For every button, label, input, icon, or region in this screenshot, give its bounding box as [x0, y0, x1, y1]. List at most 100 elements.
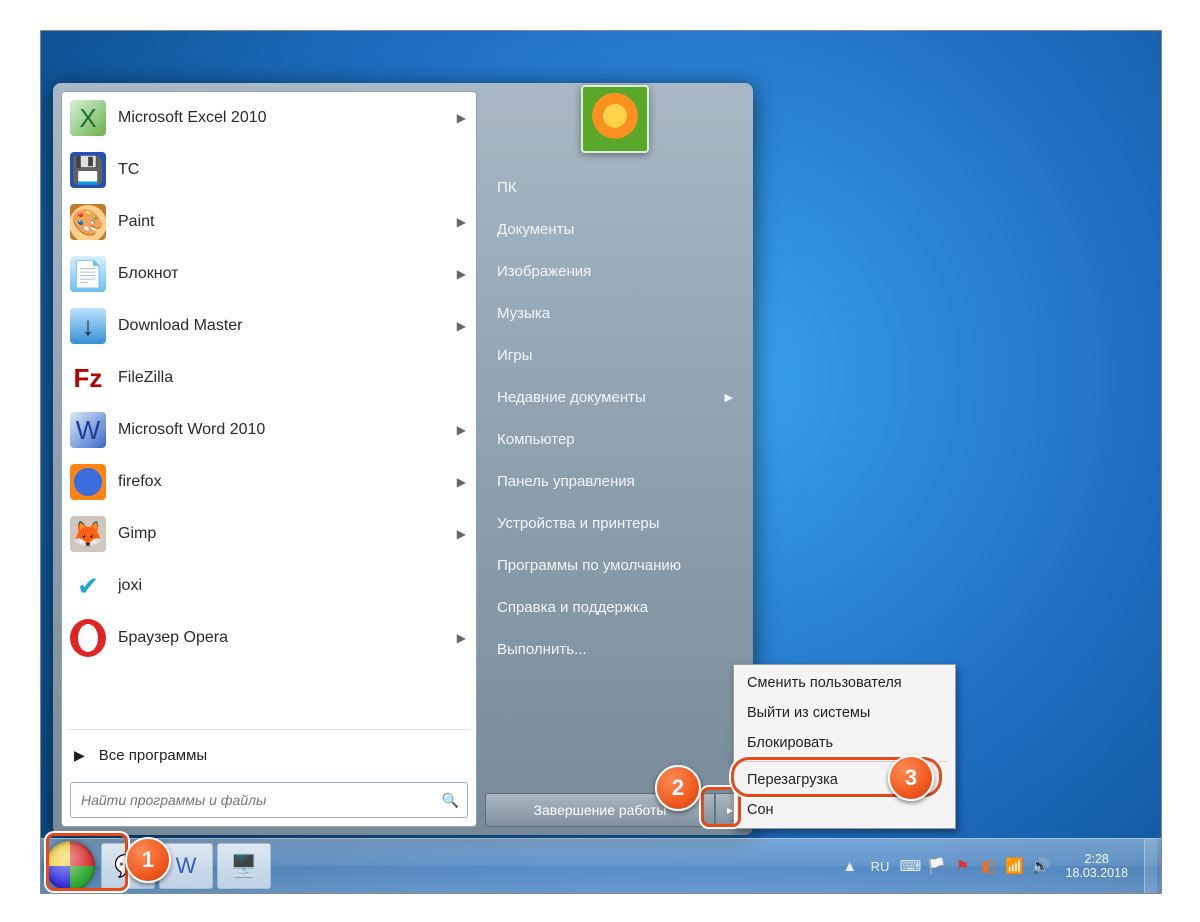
program-item[interactable]: 🦊 Gimp ▶ [62, 508, 476, 560]
note-icon: 📄 [70, 256, 106, 292]
volume-icon[interactable]: 🔊 [1031, 857, 1049, 875]
gimp-icon: 🦊 [70, 516, 106, 552]
system-link[interactable]: Компьютер [485, 419, 745, 459]
program-label: FileZilla [118, 369, 466, 387]
program-item[interactable]: X Microsoft Excel 2010 ▶ [62, 92, 476, 144]
program-label: Браузер Opera [118, 629, 445, 647]
all-programs-label: Все программы [99, 747, 207, 764]
start-menu: X Microsoft Excel 2010 ▶ 💾TC 🎨 Paint ▶ 📄 Блокнот… [53, 83, 753, 835]
paint-icon: 🎨 [70, 204, 106, 240]
program-label: Microsoft Excel 2010 [118, 109, 445, 127]
system-link[interactable]: Выполнить... [485, 629, 745, 669]
program-item[interactable]: Браузер Opera ▶ [62, 612, 476, 664]
start-button[interactable] [45, 841, 95, 891]
security-icon[interactable]: ⚑ [953, 857, 971, 875]
clock[interactable]: 2:28 18.03.2018 [1057, 852, 1136, 881]
callout-badge-1: 1 [125, 837, 171, 883]
word-icon: W [70, 412, 106, 448]
chevron-right-icon: ▶ [457, 475, 466, 489]
system-link[interactable]: Недавние документы ▶ [485, 377, 745, 417]
shutdown-option[interactable]: Блокировать [737, 728, 952, 758]
search-input[interactable] [79, 791, 442, 809]
user-avatar-wrap [485, 91, 745, 163]
program-item[interactable]: ↓Download Master▶ [62, 300, 476, 352]
dm-icon: ↓ [70, 308, 106, 344]
system-link-label: Недавние документы [497, 389, 646, 406]
program-item[interactable]: 📄Блокнот▶ [62, 248, 476, 300]
chevron-right-icon: ▶ [457, 423, 466, 437]
chevron-right-icon: ▶ [725, 391, 733, 404]
system-links: ПК Документы Изображения Музыка Игры Недавние… [485, 163, 745, 793]
program-label: Microsoft Word 2010 [118, 421, 445, 439]
program-item[interactable]: 🎨 Paint ▶ [62, 196, 476, 248]
system-link[interactable]: Устройства и принтеры [485, 503, 745, 543]
taskbar-app-control-panel[interactable]: 🖥️ [217, 843, 271, 889]
program-item[interactable]: firefox ▶ [62, 456, 476, 508]
system-link[interactable]: Панель управления [485, 461, 745, 501]
clock-date: 18.03.2018 [1065, 866, 1128, 880]
start-search[interactable]: 🔍 [70, 782, 468, 818]
system-link-label: Изображения [497, 263, 591, 280]
all-programs[interactable]: ▶ Все программы [62, 734, 476, 776]
system-link-label: Программы по умолчанию [497, 557, 681, 574]
taskbar: 💬 W 🖥️ ▲ RU ⌨ 🏳️ ⚑ ◧ 📶 🔊 2:28 18.03.2018 [41, 838, 1161, 893]
ff-icon [70, 464, 106, 500]
separator [68, 729, 470, 730]
program-item[interactable]: Fz FileZilla [62, 352, 476, 404]
program-label: firefox [118, 473, 445, 491]
program-label: Gimp [118, 525, 445, 543]
system-link-label: ПК [497, 179, 517, 196]
system-link[interactable]: Игры [485, 335, 745, 375]
system-link[interactable]: Справка и поддержка [485, 587, 745, 627]
system-link-label: Справка и поддержка [497, 599, 648, 616]
tray-chevron-icon[interactable]: ▲ [841, 857, 859, 875]
chevron-right-icon: ▶ [457, 631, 466, 645]
program-item[interactable]: W Microsoft Word 2010 ▶ [62, 404, 476, 456]
shutdown-submenu: Сменить пользователяВыйти из системыБлок… [733, 664, 956, 829]
system-link[interactable]: Изображения [485, 251, 745, 291]
joxi-icon: ✔ [70, 568, 106, 604]
action-center-icon[interactable]: 🏳️ [927, 857, 945, 875]
system-tray: ▲ RU ⌨ 🏳️ ⚑ ◧ 📶 🔊 2:28 18.03.2018 [837, 839, 1161, 893]
clock-time: 2:28 [1065, 852, 1128, 866]
program-label: Блокнот [118, 265, 445, 283]
system-link-label: Компьютер [497, 431, 575, 448]
shutdown-label: Завершение работы [534, 802, 667, 818]
search-icon: 🔍 [442, 792, 459, 809]
opera-icon [70, 620, 106, 656]
program-label: joxi [118, 577, 466, 595]
language-indicator[interactable]: RU [867, 859, 894, 874]
system-link-label: Панель управления [497, 473, 635, 490]
system-link[interactable]: Документы [485, 209, 745, 249]
start-menu-left-pane: X Microsoft Excel 2010 ▶ 💾TC 🎨 Paint ▶ 📄 Блокнот… [61, 91, 477, 827]
system-link-label: Игры [497, 347, 532, 364]
program-label: Download Master [118, 317, 445, 335]
system-link[interactable]: ПК [485, 167, 745, 207]
shutdown-option[interactable]: Сон [737, 795, 952, 825]
shutdown-option[interactable]: Сменить пользователя [737, 668, 952, 698]
program-label: TC [118, 161, 466, 179]
excel-icon: X [70, 100, 106, 136]
system-link-label: Выполнить... [497, 641, 587, 658]
network-icon[interactable]: 📶 [1005, 857, 1023, 875]
chevron-right-icon: ▶ [457, 111, 466, 125]
shutdown-option[interactable]: Выйти из системы [737, 698, 952, 728]
system-link[interactable]: Музыка [485, 293, 745, 333]
system-link-label: Музыка [497, 305, 550, 322]
chevron-right-icon: ▶ [457, 527, 466, 541]
desktop: X Microsoft Excel 2010 ▶ 💾TC 🎨 Paint ▶ 📄 Блокнот… [40, 30, 1162, 894]
fz-icon: Fz [70, 360, 106, 396]
callout-badge-2: 2 [655, 765, 701, 811]
app-tray-icon[interactable]: ◧ [979, 857, 997, 875]
show-desktop-button[interactable] [1144, 839, 1157, 893]
user-avatar[interactable] [581, 85, 649, 153]
program-item[interactable]: 💾TC [62, 144, 476, 196]
program-label: Paint [118, 213, 445, 231]
system-link[interactable]: Программы по умолчанию [485, 545, 745, 585]
program-item[interactable]: ✔ joxi [62, 560, 476, 612]
keyboard-icon[interactable]: ⌨ [901, 857, 919, 875]
callout-badge-3: 3 [888, 755, 934, 801]
chevron-right-icon: ▶ [74, 747, 85, 764]
chevron-right-icon: ▶ [457, 215, 466, 229]
system-link-label: Устройства и принтеры [497, 515, 659, 532]
